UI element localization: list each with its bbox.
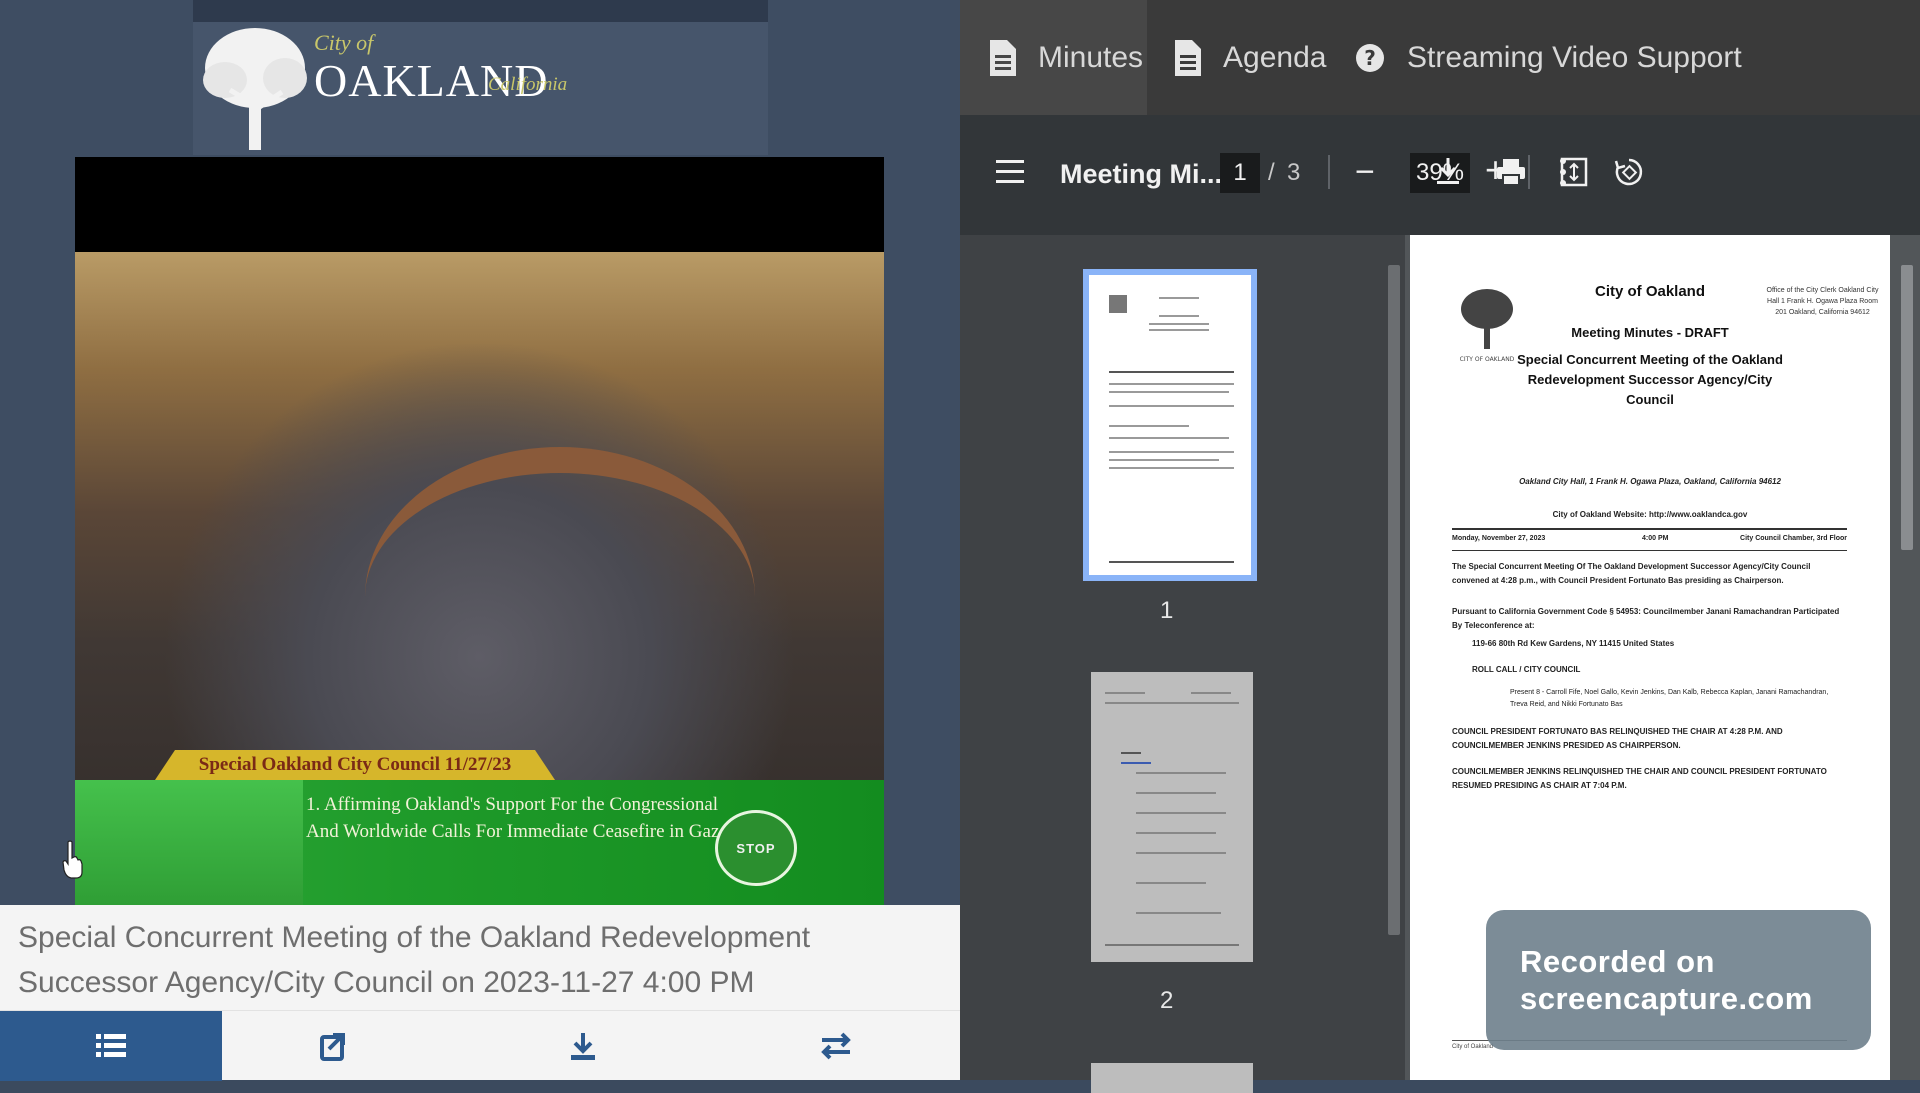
question-circle-icon: ?	[1356, 43, 1384, 72]
thumbnail-page-number: 1	[1160, 597, 1174, 624]
tab-switch[interactable]	[725, 1011, 947, 1081]
list-icon	[96, 1034, 126, 1057]
toolbar-divider	[1328, 155, 1330, 189]
thumbnail-scrollbar[interactable]	[1383, 235, 1405, 1080]
doc-meeting-name: Special Concurrent Meeting of the Oaklan…	[1517, 352, 1783, 407]
council-dais	[365, 447, 755, 597]
zoom-out-button[interactable]: −	[1355, 153, 1375, 192]
doc-footer: City of Oakland	[1452, 1044, 1494, 1050]
page-thumbnail-1[interactable]	[1083, 269, 1257, 581]
doc-present: Present 8 - Carroll Fife, Noel Gallo, Ke…	[1510, 689, 1829, 708]
caption-date: Special Oakland City Council 11/27/23	[198, 754, 512, 775]
doc-logo-caption: CITY OF OAKLAND	[1460, 356, 1515, 363]
doc-rule	[1452, 528, 1847, 530]
doc-date: Monday, November 27, 2023	[1452, 535, 1546, 542]
doc-location: City Council Chamber, 3rd Floor	[1740, 535, 1847, 542]
doc-paragraph: COUNCILMEMBER JENKINS RELINQUISHED THE C…	[1452, 767, 1827, 790]
pdf-title: Meeting Mi...	[1060, 159, 1222, 189]
doc-website: City of Oakland Website: http://www.oakl…	[1552, 510, 1748, 519]
tab-minutes-label: Minutes	[1038, 40, 1144, 74]
download-icon	[571, 1033, 595, 1060]
tab-download[interactable]	[472, 1011, 694, 1081]
print-icon[interactable]	[1496, 157, 1526, 187]
toolbar-divider	[1528, 155, 1530, 189]
logo-city-of: City of	[314, 30, 374, 55]
video-panel: City of OAKLAND California Special Oakla…	[0, 0, 960, 1081]
meeting-title: Special Concurrent Meeting of the Oaklan…	[18, 921, 811, 999]
rotate-icon[interactable]	[1614, 157, 1644, 187]
more-options-icon[interactable]	[1558, 157, 1568, 187]
doc-minutes-label: Meeting Minutes - DRAFT	[1571, 325, 1729, 340]
page-thumbnail-2[interactable]	[1091, 672, 1253, 962]
tab-minutes[interactable]: Minutes	[960, 0, 1147, 115]
hand-cursor-icon	[62, 840, 83, 879]
doc-roll-call: ROLL CALL / CITY COUNCIL	[1472, 665, 1581, 674]
download-icon[interactable]	[1436, 157, 1460, 187]
doc-paragraph: Pursuant to California Government Code §…	[1452, 607, 1840, 630]
watermark-line-2: screencapture.com	[1520, 981, 1813, 1016]
document-scrollbar-thumb[interactable]	[1901, 265, 1913, 550]
oak-tree-logo-icon: CITY OF OAKLAND	[1460, 289, 1515, 363]
doc-address: Oakland City Hall, 1 Frank H. Ogawa Plaz…	[1519, 477, 1781, 486]
tab-agenda-label: Agenda	[1223, 40, 1327, 74]
logo-state: California	[488, 74, 568, 95]
tab-share[interactable]	[222, 1011, 444, 1081]
caption-agenda-item: 1. Affirming Oakland's Support For the C…	[306, 794, 728, 842]
document-tabs: Minutes Agenda ? Streaming Video Support	[960, 0, 1920, 115]
tab-index[interactable]	[0, 1011, 222, 1081]
pdf-toolbar: Meeting Mi... 1 / 3 − 39% +	[960, 115, 1920, 235]
watermark-line-1: Recorded on	[1520, 944, 1715, 979]
document-icon	[1175, 39, 1201, 76]
caption-bar-left	[75, 780, 303, 905]
recording-watermark: Recorded on screencapture.com	[1486, 910, 1871, 1050]
bottom-tab-bar	[0, 1010, 960, 1081]
doc-time: 4:00 PM	[1642, 535, 1669, 542]
thumbnail-scrollbar-thumb[interactable]	[1388, 265, 1400, 935]
page-total: 3	[1287, 159, 1301, 186]
thumbnail-page-number: 2	[1160, 987, 1174, 1014]
page-separator: /	[1268, 159, 1275, 186]
share-icon	[320, 1033, 345, 1061]
tab-agenda[interactable]: Agenda	[1175, 0, 1326, 115]
meeting-info: Special Concurrent Meeting of the Oaklan…	[0, 905, 960, 1010]
doc-paragraph: 119-66 80th Rd Kew Gardens, NY 11415 Uni…	[1472, 639, 1675, 648]
video-player[interactable]: Special Oakland City Council 11/27/23 1.…	[75, 157, 884, 905]
doc-paragraph: COUNCIL PRESIDENT FORTUNATO BAS RELINQUI…	[1452, 727, 1783, 750]
header-topbar	[193, 0, 768, 22]
document-scrollbar[interactable]	[1895, 235, 1920, 1080]
oak-tree-logo-icon	[203, 28, 307, 150]
stop-badge-label: STOP	[736, 841, 776, 856]
tab-streaming-support[interactable]: ? Streaming Video Support	[1355, 0, 1742, 115]
doc-city-heading: City of Oakland	[1594, 283, 1706, 300]
page-number-input[interactable]: 1	[1220, 153, 1260, 193]
stop-badge-icon: STOP	[715, 810, 797, 886]
doc-rule	[1452, 550, 1847, 551]
swap-icon	[821, 1032, 851, 1060]
page-thumbnail-3[interactable]	[1091, 1063, 1253, 1093]
tab-streaming-support-label: Streaming Video Support	[1407, 40, 1742, 74]
menu-icon[interactable]	[996, 159, 1024, 185]
document-icon	[990, 39, 1016, 76]
svg-text:?: ?	[1364, 46, 1376, 70]
doc-paragraph: The Special Concurrent Meeting Of The Oa…	[1452, 562, 1811, 585]
doc-clerk-office: Office of the City Clerk Oakland City Ha…	[1766, 287, 1879, 316]
